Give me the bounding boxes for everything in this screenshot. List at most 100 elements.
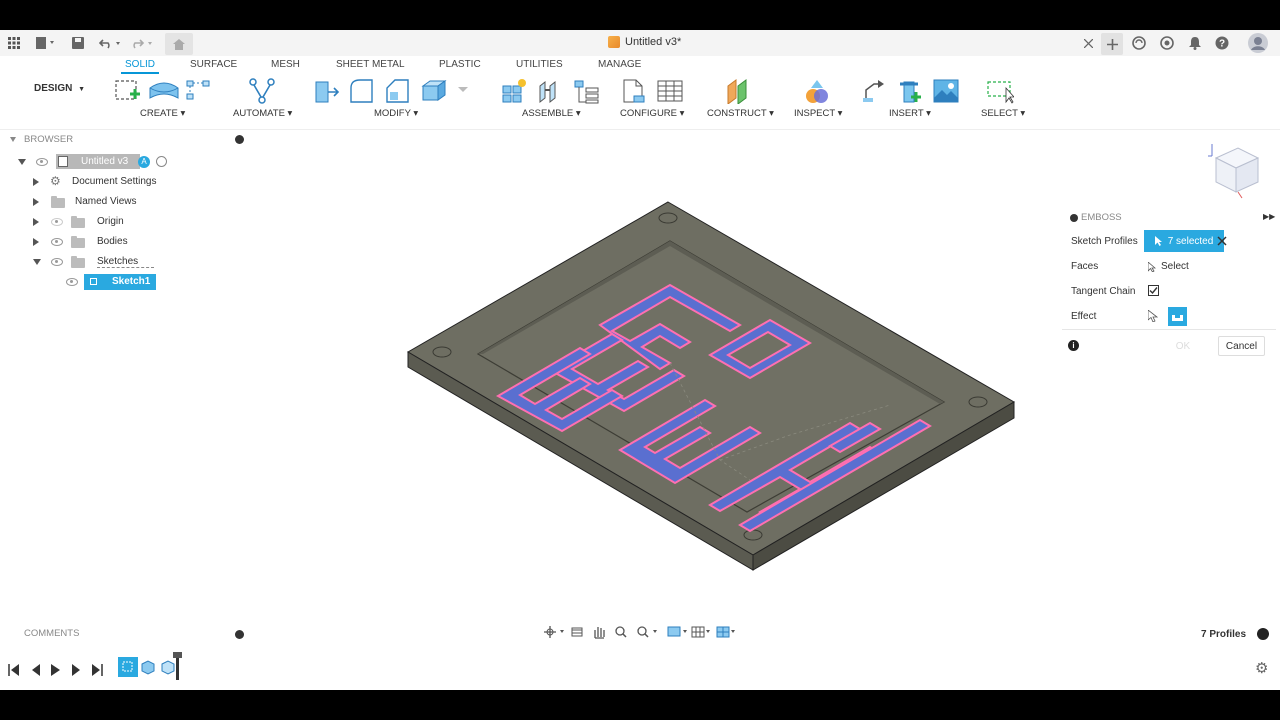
timeline-extrude-feature[interactable] bbox=[140, 659, 156, 675]
step-back-icon[interactable] bbox=[32, 664, 40, 676]
display-settings-icon[interactable] bbox=[667, 626, 687, 637]
go-to-end-icon[interactable] bbox=[92, 664, 103, 676]
create-sketch-tool[interactable] bbox=[114, 78, 142, 104]
help-icon[interactable]: ? bbox=[1214, 35, 1230, 51]
expand-icon[interactable] bbox=[33, 198, 39, 206]
apps-grid-icon[interactable] bbox=[6, 35, 22, 51]
create-group-label[interactable]: CREATE ▾ bbox=[140, 108, 185, 119]
tab-surface[interactable]: SURFACE bbox=[190, 59, 237, 70]
close-tab-icon[interactable] bbox=[1080, 35, 1096, 51]
collapse-panel-icon[interactable] bbox=[235, 135, 244, 144]
select-group-label[interactable]: SELECT ▾ bbox=[981, 108, 1025, 119]
orbit-icon[interactable] bbox=[544, 626, 564, 638]
info-icon[interactable]: i bbox=[1068, 340, 1079, 351]
tree-item-sketch1[interactable]: Sketch1 bbox=[18, 273, 248, 291]
dialog-expand-icon[interactable]: ▶▶ bbox=[1263, 212, 1275, 221]
expand-icon[interactable] bbox=[18, 159, 26, 165]
tree-item-origin[interactable]: Origin bbox=[18, 213, 248, 231]
viewport-canvas[interactable] bbox=[250, 130, 1060, 650]
timeline-sketch-feature[interactable] bbox=[118, 657, 138, 677]
shell-tool[interactable] bbox=[420, 78, 448, 104]
insert-derive-tool[interactable] bbox=[860, 78, 888, 104]
timeline-settings-gear-icon[interactable]: ⚙ bbox=[1255, 659, 1268, 677]
expand-icon[interactable] bbox=[33, 218, 39, 226]
construct-group-label[interactable]: CONSTRUCT ▾ bbox=[707, 108, 774, 119]
clear-selection-icon[interactable] bbox=[1217, 236, 1227, 246]
notifications-bell-icon[interactable] bbox=[1187, 35, 1203, 51]
hidden-eye-icon[interactable] bbox=[51, 218, 63, 226]
file-menu-icon[interactable] bbox=[34, 35, 58, 51]
tab-plastic[interactable]: PLASTIC bbox=[439, 59, 481, 70]
add-comment-icon[interactable] bbox=[235, 630, 244, 639]
configure-group-label[interactable]: CONFIGURE ▾ bbox=[620, 108, 684, 119]
tree-item-bodies[interactable]: Bodies bbox=[18, 233, 248, 251]
tree-root[interactable]: Untitled v3 A bbox=[18, 153, 248, 171]
assemble-group-label[interactable]: ASSEMBLE ▾ bbox=[522, 108, 581, 119]
faces-selector[interactable]: Select bbox=[1148, 261, 1189, 272]
redo-icon[interactable] bbox=[130, 35, 156, 51]
user-avatar[interactable] bbox=[1248, 33, 1268, 53]
visibility-eye-icon[interactable] bbox=[36, 158, 48, 166]
effect-emboss-button[interactable] bbox=[1168, 307, 1187, 326]
configuration-table-tool[interactable] bbox=[656, 78, 684, 104]
select-tool[interactable] bbox=[986, 78, 1015, 104]
pan-hand-icon[interactable] bbox=[594, 627, 605, 639]
job-status-icon[interactable] bbox=[1159, 35, 1175, 51]
insert-group-label[interactable]: INSERT ▾ bbox=[889, 108, 931, 119]
tree-item-document-settings[interactable]: ⚙ Document Settings bbox=[18, 173, 248, 191]
go-to-start-icon[interactable] bbox=[8, 664, 19, 676]
look-at-icon[interactable] bbox=[571, 627, 583, 637]
collapse-dialog-icon[interactable] bbox=[1070, 214, 1078, 222]
tab-solid[interactable]: SOLID bbox=[120, 59, 160, 74]
automate-tool[interactable] bbox=[248, 78, 276, 104]
configure-tool[interactable] bbox=[620, 78, 648, 104]
expand-icon[interactable] bbox=[33, 178, 39, 186]
modify-more-icon[interactable] bbox=[456, 78, 470, 104]
tab-manage[interactable]: MANAGE bbox=[598, 59, 641, 70]
as-built-joint-tool[interactable] bbox=[572, 78, 600, 104]
fit-zoom-icon[interactable] bbox=[637, 626, 657, 638]
insert-mcmaster-tool[interactable] bbox=[896, 78, 924, 104]
activate-radio-icon[interactable] bbox=[156, 156, 167, 167]
visibility-eye-icon[interactable] bbox=[51, 258, 63, 266]
tree-item-sketches[interactable]: Sketches bbox=[18, 253, 248, 271]
measure-tool[interactable] bbox=[803, 78, 831, 104]
new-component-tool[interactable] bbox=[500, 78, 528, 104]
fillet-tool[interactable] bbox=[348, 78, 376, 104]
sketch-profiles-selector[interactable]: 7 selected bbox=[1144, 230, 1224, 252]
ok-button[interactable]: OK bbox=[1158, 336, 1208, 356]
selection-filter-icon[interactable] bbox=[1257, 628, 1269, 640]
viewports-icon[interactable] bbox=[716, 626, 735, 638]
collapse-icon[interactable] bbox=[33, 259, 41, 265]
tab-sheet-metal[interactable]: SHEET METAL bbox=[336, 59, 405, 70]
construct-pattern-tool[interactable] bbox=[184, 78, 212, 104]
cancel-button[interactable]: Cancel bbox=[1218, 336, 1265, 356]
expand-icon[interactable] bbox=[33, 238, 39, 246]
undo-icon[interactable] bbox=[98, 35, 124, 51]
model-viewport[interactable] bbox=[250, 130, 1060, 650]
chamfer-tool[interactable] bbox=[384, 78, 412, 104]
visibility-eye-icon[interactable] bbox=[66, 278, 78, 286]
new-tab-icon[interactable] bbox=[1101, 33, 1123, 55]
press-pull-tool[interactable] bbox=[312, 78, 340, 104]
extensions-icon[interactable] bbox=[1131, 35, 1147, 51]
grid-settings-icon[interactable] bbox=[691, 626, 710, 638]
tree-item-named-views[interactable]: Named Views bbox=[18, 193, 248, 211]
browser-header[interactable]: BROWSER bbox=[8, 134, 244, 150]
save-icon[interactable] bbox=[70, 35, 86, 51]
home-tab[interactable] bbox=[165, 33, 193, 55]
workspace-switcher[interactable]: DESIGN ▼ bbox=[34, 83, 85, 94]
zoom-icon[interactable] bbox=[615, 626, 627, 638]
tab-utilities[interactable]: UTILITIES bbox=[516, 59, 563, 70]
step-forward-icon[interactable] bbox=[72, 664, 80, 676]
extrude-tool[interactable] bbox=[148, 78, 180, 104]
modify-group-label[interactable]: MODIFY ▾ bbox=[374, 108, 418, 119]
visibility-eye-icon[interactable] bbox=[51, 238, 63, 246]
timeline-marker-handle[interactable] bbox=[173, 652, 182, 658]
play-icon[interactable] bbox=[51, 664, 60, 676]
insert-canvas-tool[interactable] bbox=[932, 78, 960, 104]
tangent-chain-checkbox[interactable] bbox=[1148, 285, 1159, 296]
comments-header[interactable]: COMMENTS bbox=[24, 628, 79, 639]
offset-plane-tool[interactable] bbox=[724, 78, 752, 105]
automate-group-label[interactable]: AUTOMATE ▾ bbox=[233, 108, 292, 119]
